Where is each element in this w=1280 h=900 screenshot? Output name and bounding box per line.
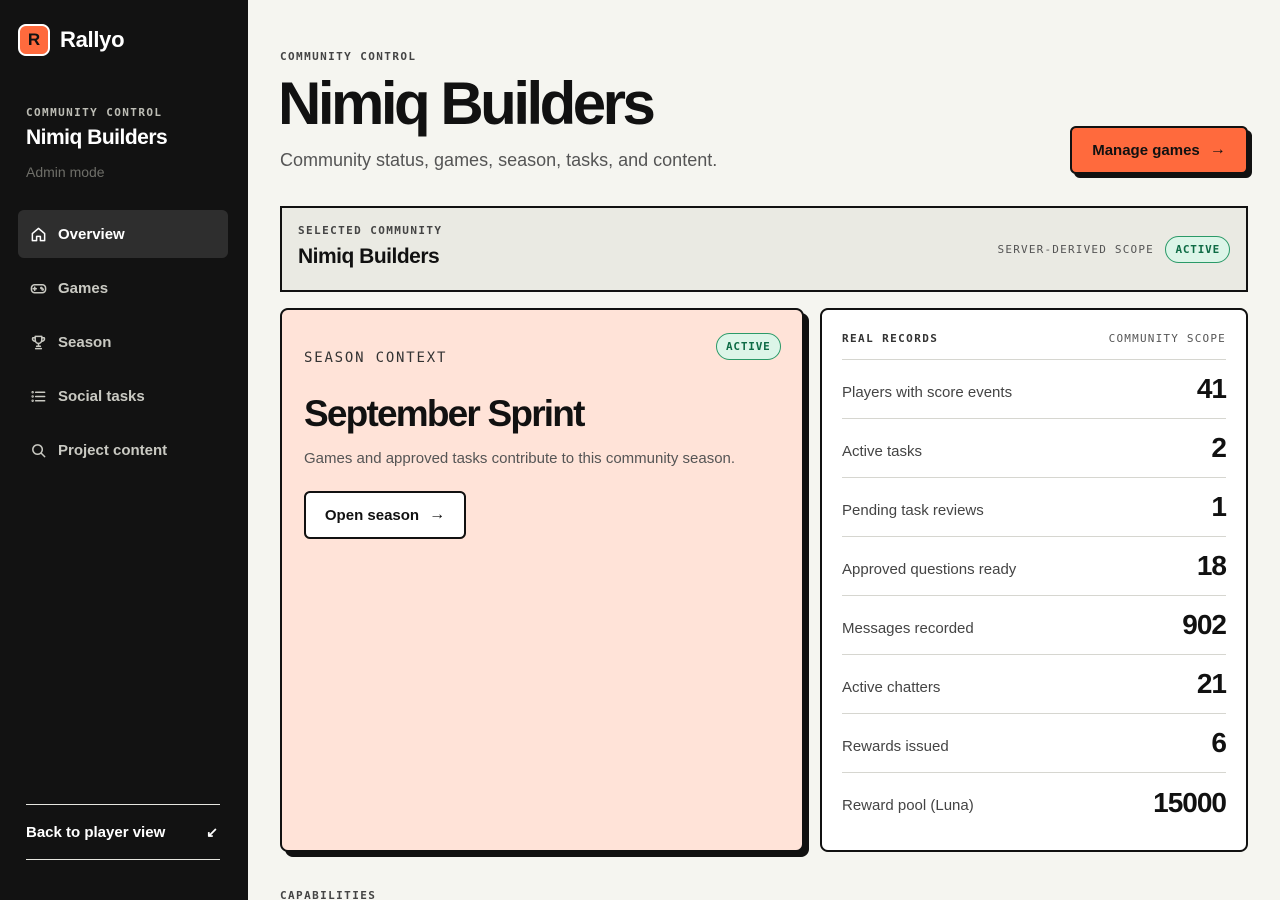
list-item: Active tasks 2 — [842, 419, 1227, 478]
real-records-card: REAL RECORDS COMMUNITY SCOPE Players wit… — [820, 308, 1248, 852]
season-context-card: SEASON CONTEXT ACTIVE September Sprint G… — [280, 308, 804, 852]
sidebar-item-label: Project content — [58, 441, 168, 459]
selected-community-name: Nimiq Builders — [298, 245, 440, 268]
sidebar-item-label: Season — [58, 333, 112, 351]
selected-community-card: SELECTED COMMUNITY Nimiq Builders SERVER… — [280, 206, 1248, 292]
status-badge: ACTIVE — [1165, 236, 1230, 263]
record-label: Players with score events — [842, 383, 1013, 401]
page-subtitle: Community status, games, season, tasks, … — [280, 150, 718, 170]
sidebar-item-project-content[interactable]: Project content — [18, 426, 228, 474]
record-label: Rewards issued — [842, 737, 949, 755]
search-icon — [29, 441, 47, 459]
list-item: Players with score events 41 — [842, 360, 1227, 419]
records-header: REAL RECORDS COMMUNITY SCOPE — [842, 332, 1226, 360]
selected-community-eyebrow: SELECTED COMMUNITY — [298, 224, 443, 237]
sidebar-mode: Admin mode — [26, 164, 105, 180]
page-title: Nimiq Builders — [278, 70, 656, 137]
record-label: Pending task reviews — [842, 501, 984, 519]
arrow-right-icon: → — [429, 506, 446, 523]
season-description: Games and approved tasks contribute to t… — [304, 450, 736, 467]
season-title: September Sprint — [304, 393, 585, 434]
page-eyebrow: COMMUNITY CONTROL — [280, 50, 417, 63]
sidebar-community-name: Nimiq Builders — [26, 126, 168, 149]
sidebar: R Rallyo COMMUNITY CONTROL Nimiq Builder… — [0, 0, 248, 900]
list-icon — [29, 387, 47, 405]
record-label: Reward pool (Luna) — [842, 797, 974, 814]
record-value: 2 — [1211, 432, 1227, 463]
open-season-label: Open season — [324, 506, 420, 524]
list-item: Pending task reviews 1 — [842, 478, 1227, 537]
sidebar-item-label: Overview — [58, 225, 125, 243]
record-value: 902 — [1182, 609, 1227, 640]
record-value: 41 — [1196, 373, 1227, 404]
record-label: Active chatters — [842, 678, 941, 696]
sidebar-item-season[interactable]: Season — [18, 318, 228, 366]
record-label: Approved questions ready — [842, 560, 1017, 578]
home-icon — [29, 225, 47, 243]
back-to-player-view-link[interactable]: Back to player view ↙ — [26, 804, 220, 860]
arrow-right-icon: → — [1209, 141, 1226, 158]
sidebar-item-label: Social tasks — [58, 387, 145, 405]
capabilities-eyebrow: CAPABILITIES — [280, 889, 377, 900]
manage-games-button[interactable]: Manage games → — [1070, 126, 1248, 174]
sidebar-nav: Overview Games Season Social tasks Proje… — [18, 210, 228, 480]
record-value: 15000 — [1153, 786, 1227, 818]
gamepad-icon — [29, 279, 47, 297]
scope-label: SERVER-DERIVED SCOPE — [997, 243, 1154, 256]
records-scope: COMMUNITY SCOPE — [1108, 332, 1226, 345]
brand[interactable]: R Rallyo — [18, 24, 125, 56]
open-season-button[interactable]: Open season → — [304, 491, 466, 539]
list-item: Approved questions ready 18 — [842, 537, 1227, 596]
list-item: Reward pool (Luna) 15000 — [842, 773, 1227, 832]
sidebar-item-label: Games — [58, 279, 109, 297]
record-value: 6 — [1211, 727, 1227, 758]
arrow-down-left-icon: ↙ — [206, 823, 218, 840]
manage-games-label: Manage games — [1092, 141, 1200, 159]
records-list: Players with score events 41 Active task… — [842, 360, 1227, 832]
list-item: Active chatters 21 — [842, 655, 1227, 714]
trophy-icon — [29, 333, 47, 351]
record-value: 1 — [1211, 491, 1227, 522]
record-value: 21 — [1196, 668, 1227, 699]
season-eyebrow: SEASON CONTEXT — [304, 350, 448, 366]
record-label: Messages recorded — [842, 619, 974, 637]
brand-name: Rallyo — [60, 27, 125, 52]
brand-logo: R — [18, 24, 50, 56]
record-label: Active tasks — [842, 442, 923, 460]
records-eyebrow: REAL RECORDS — [842, 332, 939, 345]
sidebar-item-social-tasks[interactable]: Social tasks — [18, 372, 228, 420]
sidebar-eyebrow: COMMUNITY CONTROL — [26, 106, 163, 119]
season-status-badge: ACTIVE — [716, 333, 781, 360]
back-link-label: Back to player view — [26, 823, 166, 841]
sidebar-item-overview[interactable]: Overview — [18, 210, 228, 258]
record-value: 18 — [1196, 550, 1227, 581]
sidebar-item-games[interactable]: Games — [18, 264, 228, 312]
list-item: Messages recorded 902 — [842, 596, 1227, 655]
list-item: Rewards issued 6 — [842, 714, 1227, 773]
